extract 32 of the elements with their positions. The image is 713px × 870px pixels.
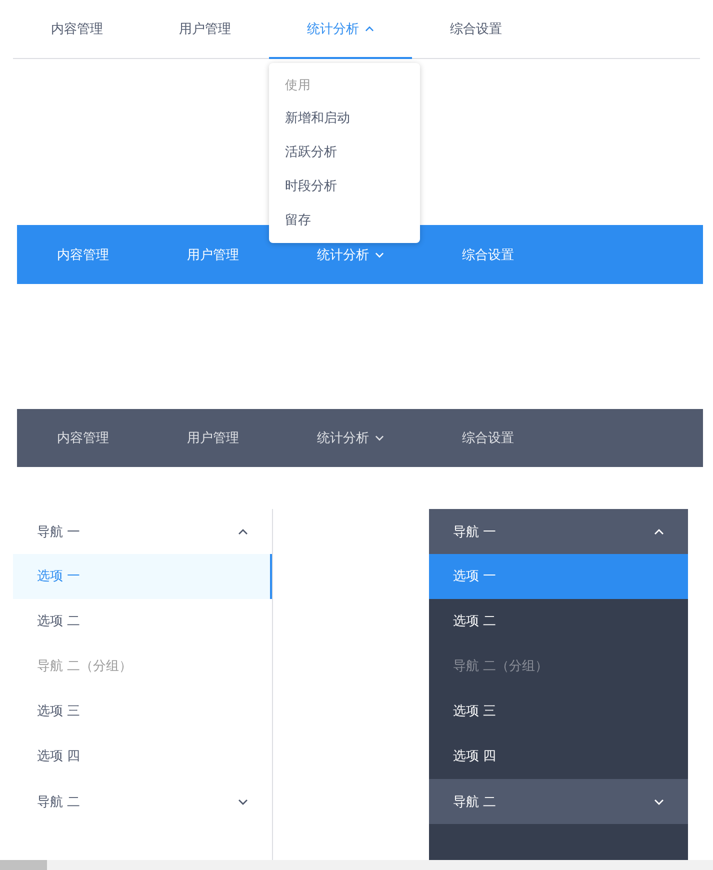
menu-item[interactable]: 用户管理 (141, 0, 269, 58)
group-title: 导航 二（分组） (452, 658, 550, 676)
menu-item[interactable]: 内容管理 (13, 0, 141, 58)
scrollbar-thumb[interactable] (0, 860, 47, 870)
menu-item[interactable]: 用户管理 (147, 409, 277, 467)
menu-item[interactable]: 综合设置 (422, 409, 552, 467)
menu-item[interactable]: 选项 三 (13, 689, 272, 734)
group-title: 导航 二（分组） (36, 658, 134, 676)
dropdown-item[interactable]: 新增和启动 (269, 102, 420, 136)
caret-icon (654, 798, 664, 804)
menu-item[interactable]: 综合设置 (412, 0, 540, 58)
scrollbar[interactable] (0, 860, 713, 870)
submenu-title[interactable]: 导航 二 (13, 779, 272, 824)
menu-item[interactable]: 内容管理 (17, 409, 147, 467)
caret-icon (365, 26, 374, 32)
menu-item[interactable]: 统计分析 (277, 409, 422, 467)
submenu-title[interactable]: 导航 一 (13, 509, 272, 554)
menu-item[interactable]: 选项 三 (429, 689, 688, 734)
menu-item[interactable]: 选项 二 (13, 599, 272, 644)
caret-icon (654, 528, 664, 534)
caret-icon (238, 798, 248, 804)
dropdown-item[interactable]: 活跃分析 (269, 136, 420, 170)
menu-item[interactable]: 选项 四 (13, 734, 272, 779)
menu-item[interactable]: 选项 二 (429, 599, 688, 644)
caret-icon (375, 252, 384, 258)
group-title: 使用 (284, 76, 312, 94)
dropdown-item[interactable]: 时段分析 (269, 170, 420, 204)
submenu-title[interactable]: 导航 一 (429, 509, 688, 554)
menu-item[interactable]: 选项 四 (429, 734, 688, 779)
caret-icon (238, 528, 248, 534)
submenu-title[interactable]: 导航 二 (429, 779, 688, 824)
caret-icon (375, 435, 384, 441)
